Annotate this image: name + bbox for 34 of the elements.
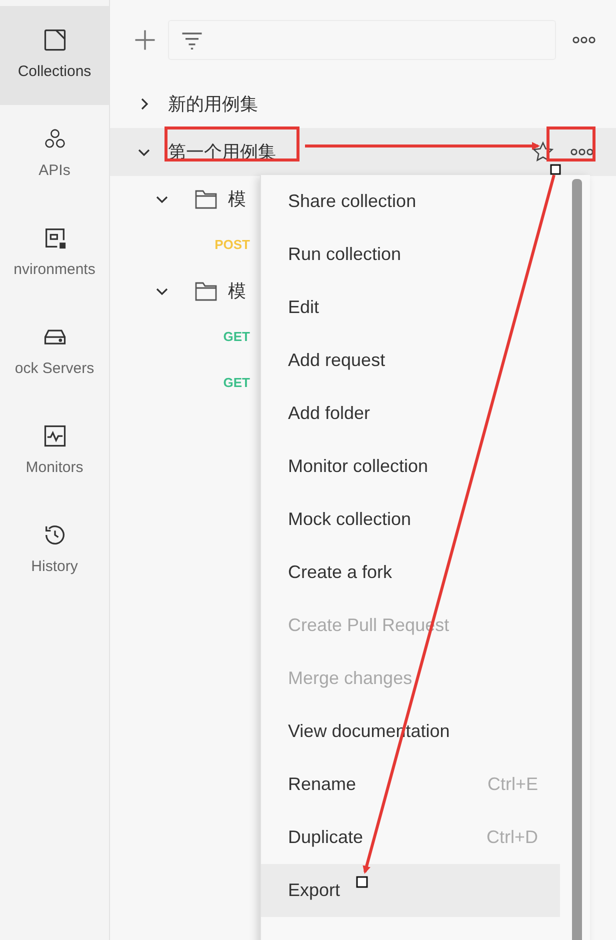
menu-item[interactable]: Add folder <box>261 387 560 440</box>
menu-item[interactable]: Export <box>261 864 560 917</box>
sidebar-item[interactable]: Collections <box>0 6 109 105</box>
shortcut-label: Ctrl+E <box>487 773 538 796</box>
menu-item[interactable]: Rename Ctrl+E <box>261 758 560 811</box>
star-icon[interactable] <box>532 141 554 163</box>
sidebar-item[interactable]: ock Servers <box>0 303 109 402</box>
method-label: GET <box>223 328 250 346</box>
method-label: GET <box>223 374 250 392</box>
menu-item[interactable]: Create a fork <box>261 546 560 599</box>
menu-item[interactable]: Edit <box>261 281 560 334</box>
menu-item[interactable]: Duplicate Ctrl+D <box>261 811 560 864</box>
search-field[interactable] <box>168 20 556 60</box>
menu-item[interactable]: Mock collection <box>261 493 560 546</box>
folder-icon <box>194 188 218 210</box>
sidebar-item[interactable]: APIs <box>0 105 109 204</box>
folder-name: 模 <box>228 188 246 210</box>
menu-item[interactable]: Share collection <box>261 175 560 228</box>
highlight-box <box>546 126 596 162</box>
sidebar-item[interactable]: History <box>0 501 109 600</box>
collection-row[interactable]: 新的用例集 <box>110 80 616 128</box>
collection-icon <box>42 27 68 54</box>
folder-name: 模 <box>228 280 246 302</box>
method-label: POST <box>214 236 250 254</box>
pulse-icon <box>42 423 68 450</box>
more-icon[interactable] <box>572 36 596 44</box>
menu-item[interactable]: Run collection <box>261 228 560 281</box>
menu-item[interactable]: Monitor collection <box>261 440 560 493</box>
shortcut-label: Ctrl+D <box>486 826 538 849</box>
more-icon[interactable] <box>570 148 594 156</box>
menu-item[interactable]: Add request <box>261 334 560 387</box>
sidebar-item[interactable]: Monitors <box>0 402 109 501</box>
folder-icon <box>194 280 218 302</box>
sidebar-item[interactable]: nvironments <box>0 204 109 303</box>
